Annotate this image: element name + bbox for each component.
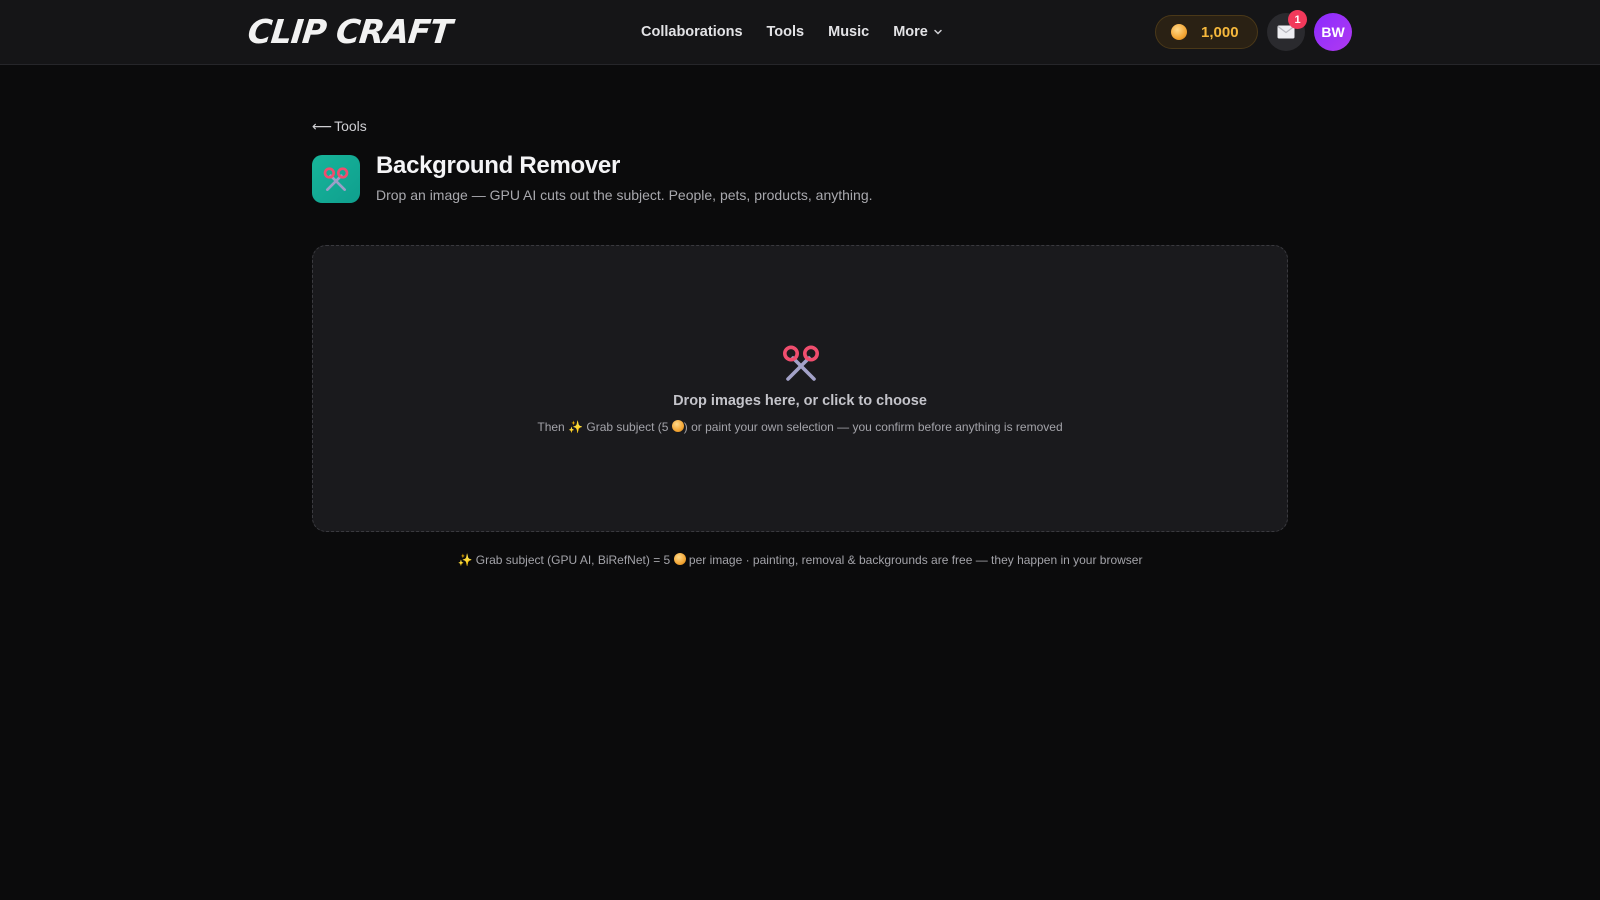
coin-balance: 1,000 xyxy=(1201,23,1239,41)
image-dropzone[interactable]: Drop images here, or click to choose The… xyxy=(312,245,1288,532)
coin-icon xyxy=(1171,24,1187,40)
footnote-part2: per image · painting, removal & backgrou… xyxy=(688,553,1143,567)
nav-item-label: Tools xyxy=(766,24,805,40)
footnote-part1: Grab subject (GPU AI, BiRefNet) = 5 xyxy=(475,553,671,567)
nav-collaborations[interactable]: Collaborations xyxy=(641,24,743,40)
coin-icon xyxy=(673,553,686,565)
sparkle-icon: ✨ xyxy=(568,420,584,434)
scissors-icon xyxy=(783,345,819,381)
page-subtitle: Drop an image — GPU AI cuts out the subj… xyxy=(376,187,873,203)
main-nav: Collaborations Tools Music More xyxy=(641,20,943,44)
pricing-footnote: ✨ Grab subject (GPU AI, BiRefNet) = 5 pe… xyxy=(312,553,1288,567)
dropzone-sub-prefix: Then xyxy=(537,420,565,434)
back-arrow-icon: ⟵ xyxy=(312,117,333,134)
top-navigation-bar: Clip Craft Collaborations Tools Music Mo… xyxy=(0,0,1600,65)
coin-balance-button[interactable]: 1,000 xyxy=(1155,15,1258,49)
nav-item-label: Collaborations xyxy=(641,24,743,40)
dropzone-sub-part2: ) or paint your own selection — you conf… xyxy=(683,420,1063,434)
chevron-down-icon xyxy=(934,29,942,35)
notification-badge: 1 xyxy=(1288,10,1307,29)
nav-music[interactable]: Music xyxy=(828,24,869,40)
page-title: Background Remover xyxy=(376,152,620,179)
notifications-button[interactable]: 1 xyxy=(1267,10,1307,51)
tool-icon xyxy=(312,155,360,203)
nav-tools[interactable]: Tools xyxy=(767,24,805,40)
dropzone-title: Drop images here, or click to choose xyxy=(673,393,927,409)
nav-item-label: More xyxy=(893,24,928,40)
nav-more-dropdown[interactable]: More xyxy=(893,24,943,40)
back-to-tools-link[interactable]: ⟵ Tools xyxy=(312,116,367,136)
user-avatar[interactable]: BW xyxy=(1314,13,1352,51)
scissors-icon xyxy=(323,167,349,191)
nav-item-label: Music xyxy=(828,24,870,40)
clip-craft-logo[interactable]: Clip Craft xyxy=(246,10,454,52)
sparkle-icon: ✨ xyxy=(457,553,473,567)
dropzone-sub-part1: Grab subject (5 xyxy=(586,420,669,434)
coin-icon xyxy=(671,420,684,432)
dropzone-subtitle: Then ✨ Grab subject (5 ) or paint your o… xyxy=(313,420,1287,434)
back-link-label: Tools xyxy=(334,118,367,134)
